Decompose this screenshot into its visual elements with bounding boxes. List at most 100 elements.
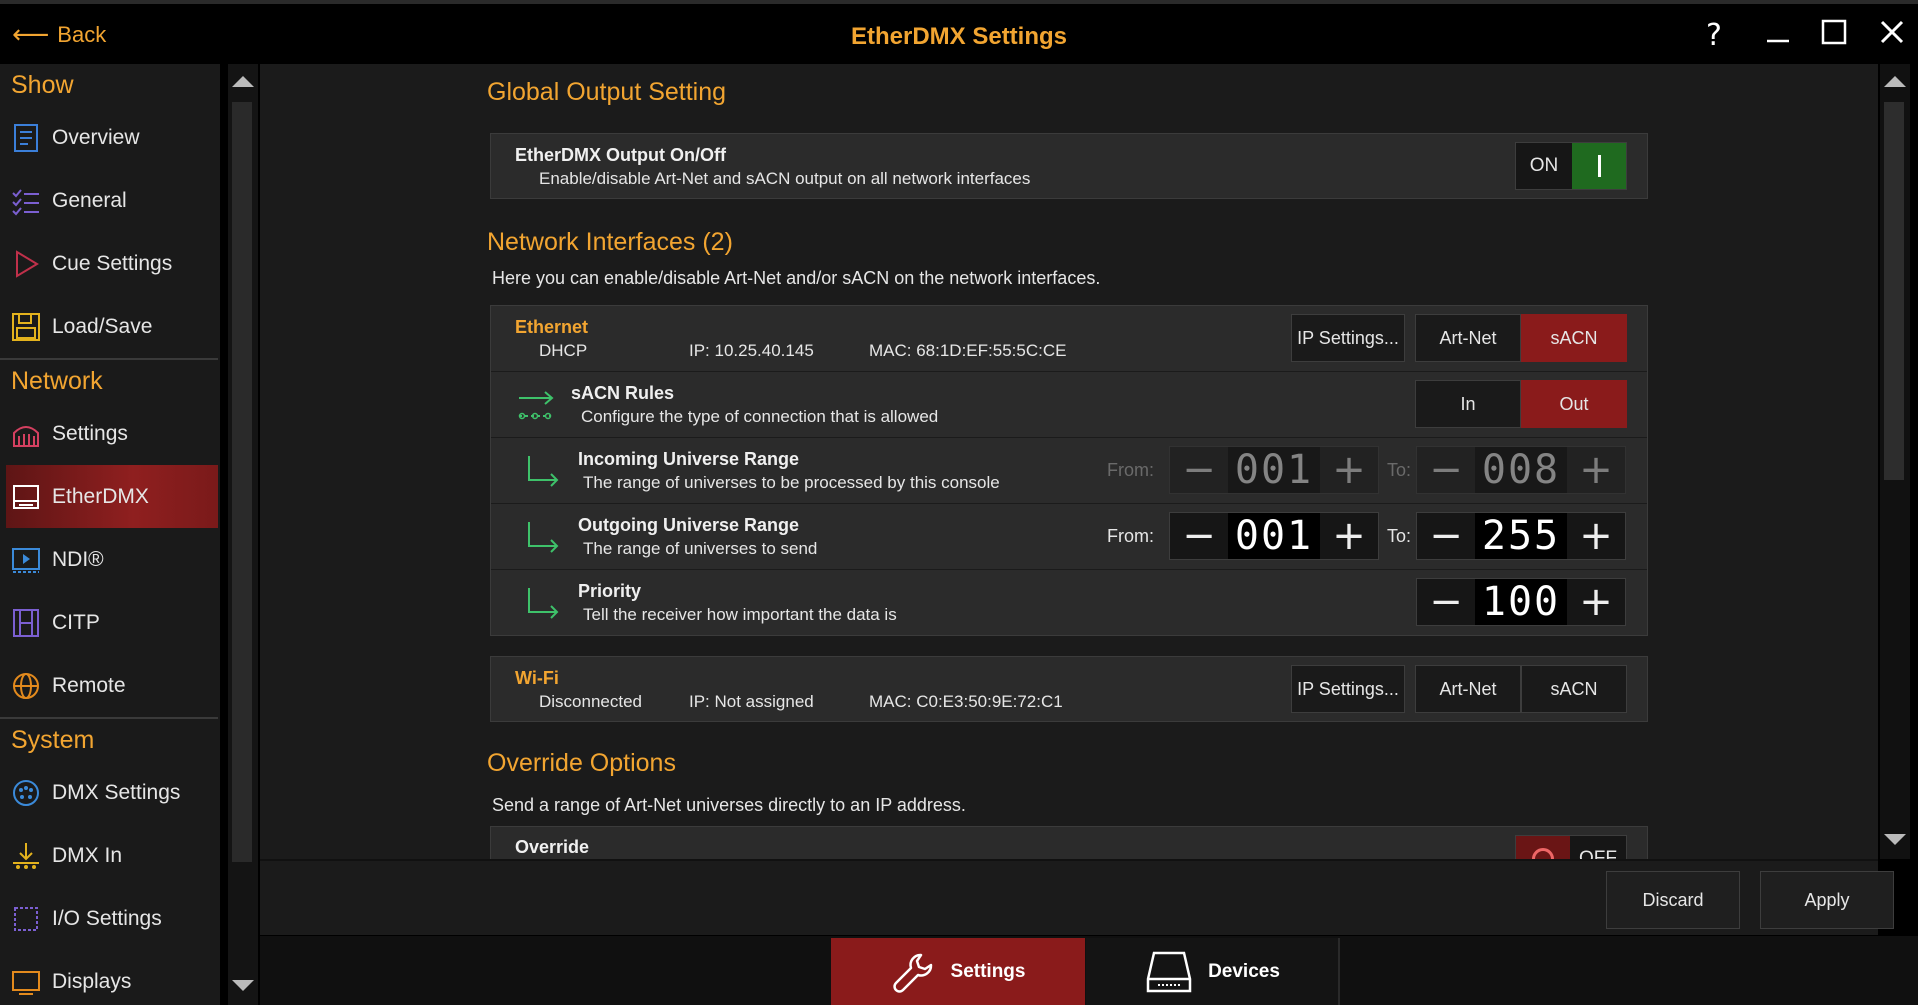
sidebar-item-displays[interactable]: Displays (0, 950, 220, 1005)
row-title: Outgoing Universe Range (578, 515, 800, 535)
interface-mac: MAC: 68:1D:EF:55:5C:CE (869, 341, 1067, 360)
sidebar-item-label: NDI® (52, 547, 104, 571)
display-icon (10, 966, 42, 998)
sidebar-item-label: Settings (52, 421, 128, 445)
interface-ip: IP: 10.25.40.145 (689, 341, 814, 360)
override-toggle[interactable]: OFF (1515, 835, 1627, 859)
plus-icon[interactable]: + (1567, 513, 1625, 559)
section-header-network: Network (11, 367, 103, 395)
close-button[interactable] (1872, 16, 1912, 56)
tab-label: Settings (950, 960, 1026, 982)
sidebar: Show Overview General Cue Settings Load/… (0, 64, 220, 1005)
sidebar-item-dmx-in[interactable]: DMX In (0, 824, 220, 887)
row-subtitle: Tell the receiver how important the data… (583, 605, 897, 624)
stepper-value: 001 (1228, 447, 1320, 493)
incoming-range-row: Incoming Universe Range The range of uni… (491, 438, 1647, 504)
main-scroll-up-icon[interactable] (1884, 76, 1906, 87)
ip-settings-button[interactable]: IP Settings... (1291, 665, 1405, 713)
sidebar-scroll-up-icon[interactable] (232, 76, 254, 87)
plus-icon[interactable]: + (1320, 447, 1378, 493)
maximize-button[interactable] (1814, 16, 1854, 56)
main-scroll-thumb[interactable] (1884, 102, 1904, 480)
io-chip-icon (10, 903, 42, 935)
sidebar-scroll-thumb[interactable] (232, 102, 252, 862)
artnet-toggle-button[interactable]: Art-Net (1415, 314, 1521, 362)
sidebar-item-dmx-settings[interactable]: DMX Settings (0, 761, 220, 824)
connection-arrows-icon (518, 391, 554, 420)
apply-button[interactable]: Apply (1760, 871, 1894, 929)
back-button[interactable]: ⟵ Back (12, 20, 106, 50)
to-label: To: (1387, 460, 1412, 480)
incoming-to-stepper[interactable]: − 008 + (1416, 446, 1626, 494)
row-title: EtherDMX Output On/Off (515, 145, 726, 165)
outgoing-from-stepper[interactable]: − 001 + (1169, 512, 1379, 560)
minus-icon[interactable]: − (1417, 579, 1475, 625)
interface-name: Wi-Fi (515, 668, 559, 688)
sidebar-item-label: EtherDMX (52, 484, 149, 508)
sacn-out-button[interactable]: Out (1521, 380, 1627, 428)
row-title: sACN Rules (571, 383, 675, 403)
override-description: Send a range of Art-Net universes direct… (492, 795, 966, 815)
override-row: Override OFF (491, 827, 1647, 859)
toggle-knob (1516, 836, 1570, 859)
sidebar-item-load-save[interactable]: Load/Save (0, 295, 220, 358)
minimize-icon (1767, 39, 1789, 43)
sidebar-item-label: DMX In (52, 843, 123, 867)
sidebar-item-cue-settings[interactable]: Cue Settings (0, 232, 220, 295)
incoming-from-stepper[interactable]: − 001 + (1169, 446, 1379, 494)
floppy-disk-icon (10, 311, 42, 343)
sidebar-item-label: Remote (52, 673, 126, 697)
tab-settings[interactable]: Settings (831, 938, 1085, 1005)
tab-devices[interactable]: Devices (1086, 938, 1340, 1005)
sidebar-item-ndi[interactable]: NDI® (0, 528, 220, 591)
artnet-toggle-button[interactable]: Art-Net (1415, 665, 1521, 713)
row-subtitle: The range of universes to be processed b… (583, 473, 1000, 492)
plus-icon[interactable]: + (1320, 513, 1378, 559)
sidebar-item-settings[interactable]: Settings (0, 402, 220, 465)
ip-settings-button[interactable]: IP Settings... (1291, 314, 1405, 362)
minimize-button[interactable] (1758, 16, 1798, 56)
sacn-in-button[interactable]: In (1415, 380, 1521, 428)
minus-icon[interactable]: − (1417, 447, 1475, 493)
plus-icon[interactable]: + (1567, 579, 1625, 625)
discard-button[interactable]: Discard (1606, 871, 1740, 929)
priority-stepper[interactable]: − 100 + (1416, 578, 1626, 626)
sacn-toggle-button[interactable]: sACN (1521, 314, 1627, 362)
minus-icon[interactable]: − (1170, 447, 1228, 493)
plus-icon[interactable]: + (1567, 447, 1625, 493)
outgoing-to-stepper[interactable]: − 255 + (1416, 512, 1626, 560)
globe-icon (10, 670, 42, 702)
sidebar-scroll-down-icon[interactable] (232, 980, 254, 991)
minus-icon[interactable]: − (1170, 513, 1228, 559)
ethernet-card: Ethernet DHCP IP: 10.25.40.145 MAC: 68:1… (490, 305, 1648, 636)
help-button[interactable]: ? (1694, 16, 1734, 56)
sub-setting-arrow-icon (528, 588, 559, 619)
stepper-value: 001 (1228, 513, 1320, 559)
sidebar-item-overview[interactable]: Overview (0, 106, 220, 169)
output-toggle[interactable]: ON (1515, 142, 1627, 190)
sidebar-item-label: Overview (52, 125, 140, 149)
sidebar-item-citp[interactable]: CITP (0, 591, 220, 654)
etherdmx-device-icon (10, 481, 42, 513)
window-title: EtherDMX Settings (850, 23, 1068, 50)
global-output-row: EtherDMX Output On/Off Enable/disable Ar… (491, 134, 1647, 198)
action-bar: Discard Apply (260, 859, 1894, 935)
sidebar-item-label: Displays (52, 969, 132, 993)
row-subtitle: Enable/disable Art-Net and sACN output o… (539, 169, 1031, 188)
from-label: From: (1107, 526, 1154, 546)
global-output-heading: Global Output Setting (487, 78, 727, 106)
interface-ip: IP: Not assigned (689, 692, 814, 711)
sidebar-item-etherdmx[interactable]: EtherDMX (6, 465, 218, 528)
main-scroll-down-icon[interactable] (1884, 834, 1906, 845)
from-label: From: (1107, 460, 1154, 480)
global-output-card: EtherDMX Output On/Off Enable/disable Ar… (490, 133, 1648, 199)
sidebar-item-remote[interactable]: Remote (0, 654, 220, 717)
sidebar-item-general[interactable]: General (0, 169, 220, 232)
sidebar-item-label: DMX Settings (52, 780, 181, 804)
play-icon (10, 248, 42, 280)
sidebar-item-io-settings[interactable]: I/O Settings (0, 887, 220, 950)
sacn-toggle-button[interactable]: sACN (1521, 665, 1627, 713)
maximize-icon (1821, 19, 1847, 45)
minus-icon[interactable]: − (1417, 513, 1475, 559)
wifi-header-row: Wi-Fi Disconnected IP: Not assigned MAC:… (491, 657, 1647, 721)
